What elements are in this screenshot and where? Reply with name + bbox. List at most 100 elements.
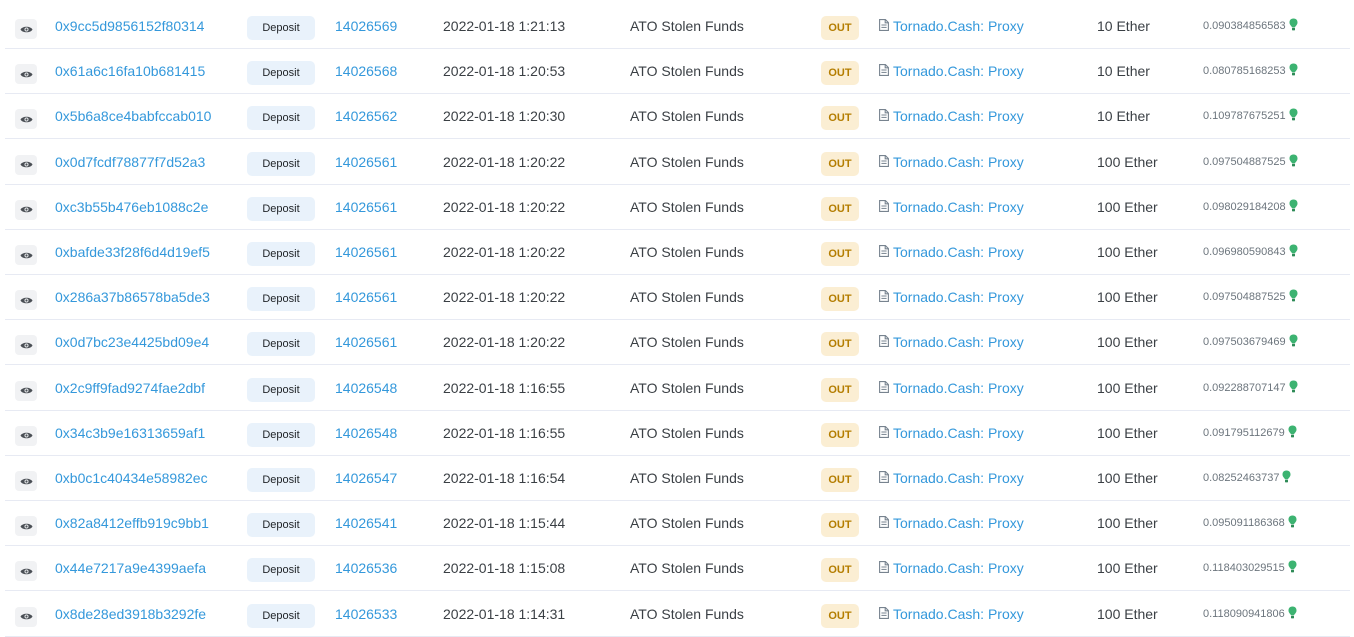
view-details-button[interactable] <box>15 456 37 500</box>
age-text: 2022-01-18 1:16:55 <box>443 379 566 396</box>
method-badge: Deposit <box>247 456 315 500</box>
method-badge: Deposit <box>247 275 315 319</box>
value-text: 100 Ether <box>1097 244 1158 260</box>
from-address-label: ATO Stolen Funds <box>630 560 744 577</box>
txn-hash-link[interactable]: 0x44e7217a9e4399aefa <box>55 546 227 590</box>
method-badge: Deposit <box>247 49 315 93</box>
view-details-button[interactable] <box>15 49 37 93</box>
gas-icon <box>1289 199 1298 215</box>
view-details-button[interactable] <box>15 320 37 364</box>
to-address-link[interactable]: Tornado.Cash: Proxy <box>879 456 1024 500</box>
block-link[interactable]: 14026548 <box>335 411 397 455</box>
to-address-label: Tornado.Cash: Proxy <box>893 334 1024 351</box>
view-details-button[interactable] <box>15 366 37 410</box>
to-address-link[interactable]: Tornado.Cash: Proxy <box>879 140 1024 184</box>
gas-icon <box>1289 380 1298 396</box>
block-link[interactable]: 14026561 <box>335 185 397 229</box>
to-address-link[interactable]: Tornado.Cash: Proxy <box>879 592 1024 636</box>
to-address-link[interactable]: Tornado.Cash: Proxy <box>879 320 1024 364</box>
age-text: 2022-01-18 1:20:22 <box>443 334 566 351</box>
txn-hash-link[interactable]: 0xb0c1c40434e58982ec <box>55 456 227 500</box>
txn-hash-link[interactable]: 0x286a37b86578ba5de3 <box>55 275 227 319</box>
age-text: 2022-01-18 1:20:22 <box>443 289 566 306</box>
eye-icon <box>15 199 37 220</box>
view-details-button[interactable] <box>15 411 37 455</box>
direction-badge: OUT <box>821 320 859 364</box>
txn-hash-link[interactable]: 0x8de28ed3918b3292fe <box>55 592 227 636</box>
eye-icon <box>15 380 37 401</box>
txn-hash-link[interactable]: 0x34c3b9e16313659af1 <box>55 411 227 455</box>
to-address-label: Tornado.Cash: Proxy <box>893 153 1024 170</box>
direction-badge: OUT <box>821 411 859 455</box>
block-link[interactable]: 14026561 <box>335 230 397 274</box>
table-row: 0xb0c1c40434e58982ec Deposit 14026547 20… <box>5 456 1350 501</box>
txn-hash-link[interactable]: 0x61a6c16fa10b681415 <box>55 49 227 93</box>
txn-hash-link[interactable]: 0x9cc5d9856152f80314 <box>55 4 227 48</box>
view-details-button[interactable] <box>15 275 37 319</box>
view-details-button[interactable] <box>15 501 37 545</box>
gas-icon <box>1288 425 1297 441</box>
block-link[interactable]: 14026547 <box>335 456 397 500</box>
document-icon <box>879 380 889 396</box>
txn-hash-link[interactable]: 0x82a8412effb919c9bb1 <box>55 501 227 545</box>
txn-hash-link[interactable]: 0x2c9ff9fad9274fae2dbf <box>55 366 227 410</box>
txn-hash-link[interactable]: 0x0d7bc23e4425bd09e4 <box>55 320 227 364</box>
txn-hash-link[interactable]: 0x0d7fcdf78877f7d52a3 <box>55 140 227 184</box>
to-address-label: Tornado.Cash: Proxy <box>893 63 1024 80</box>
age-text: 2022-01-18 1:20:30 <box>443 108 566 125</box>
view-details-button[interactable] <box>15 230 37 274</box>
method-badge: Deposit <box>247 366 315 410</box>
txn-fee-text: 0.097504887525 <box>1203 275 1298 319</box>
from-address-label: ATO Stolen Funds <box>630 379 744 396</box>
from-address-label: ATO Stolen Funds <box>630 244 744 260</box>
eye-icon <box>15 245 37 265</box>
to-address-link[interactable]: Tornado.Cash: Proxy <box>879 94 1024 138</box>
to-address-link[interactable]: Tornado.Cash: Proxy <box>879 230 1024 274</box>
block-link[interactable]: 14026541 <box>335 501 397 545</box>
to-address-link[interactable]: Tornado.Cash: Proxy <box>879 546 1024 590</box>
to-address-link[interactable]: Tornado.Cash: Proxy <box>879 411 1024 455</box>
to-address-link[interactable]: Tornado.Cash: Proxy <box>879 366 1024 410</box>
document-icon <box>879 18 889 34</box>
block-link[interactable]: 14026568 <box>335 49 397 93</box>
block-link[interactable]: 14026569 <box>335 4 397 48</box>
age-text: 2022-01-18 1:15:08 <box>443 560 566 577</box>
age-text: 2022-01-18 1:20:22 <box>443 244 566 260</box>
document-icon <box>879 334 889 350</box>
from-address-label: ATO Stolen Funds <box>630 63 744 80</box>
table-row: 0x0d7bc23e4425bd09e4 Deposit 14026561 20… <box>5 320 1350 366</box>
txn-fee-value: 0.092288707147 <box>1203 381 1286 394</box>
document-icon <box>879 199 889 215</box>
view-details-button[interactable] <box>15 546 37 590</box>
gas-icon <box>1288 560 1297 576</box>
txn-fee-text: 0.080785168253 <box>1203 49 1298 93</box>
block-link[interactable]: 14026561 <box>335 275 397 319</box>
block-link[interactable]: 14026548 <box>335 366 397 410</box>
to-address-link[interactable]: Tornado.Cash: Proxy <box>879 275 1024 319</box>
block-link[interactable]: 14026561 <box>335 140 397 184</box>
view-details-button[interactable] <box>15 185 37 229</box>
block-link[interactable]: 14026561 <box>335 320 397 364</box>
view-details-button[interactable] <box>15 94 37 138</box>
to-address-link[interactable]: Tornado.Cash: Proxy <box>879 185 1024 229</box>
document-icon <box>879 289 889 305</box>
txn-hash-link[interactable]: 0xc3b55b476eb1088c2e <box>55 185 227 229</box>
block-link[interactable]: 14026533 <box>335 592 397 636</box>
to-address-link[interactable]: Tornado.Cash: Proxy <box>879 4 1024 48</box>
txn-hash-link[interactable]: 0x5b6a8ce4babfccab010 <box>55 94 227 138</box>
view-details-button[interactable] <box>15 4 37 48</box>
txn-hash-link[interactable]: 0xbafde33f28f6d4d19ef5 <box>55 230 227 274</box>
gas-icon <box>1289 334 1298 350</box>
view-details-button[interactable] <box>15 140 37 184</box>
view-details-button[interactable] <box>15 592 37 636</box>
to-address-label: Tornado.Cash: Proxy <box>893 108 1024 125</box>
txn-fee-value: 0.097504887525 <box>1203 155 1286 168</box>
age-text: 2022-01-18 1:15:44 <box>443 515 566 532</box>
txn-fee-value: 0.095091186368 <box>1203 517 1285 530</box>
to-address-link[interactable]: Tornado.Cash: Proxy <box>879 501 1024 545</box>
txn-fee-text: 0.096980590843 <box>1203 230 1298 274</box>
block-link[interactable]: 14026562 <box>335 94 397 138</box>
to-address-link[interactable]: Tornado.Cash: Proxy <box>879 49 1024 93</box>
block-link[interactable]: 14026536 <box>335 546 397 590</box>
eye-icon <box>15 64 37 85</box>
